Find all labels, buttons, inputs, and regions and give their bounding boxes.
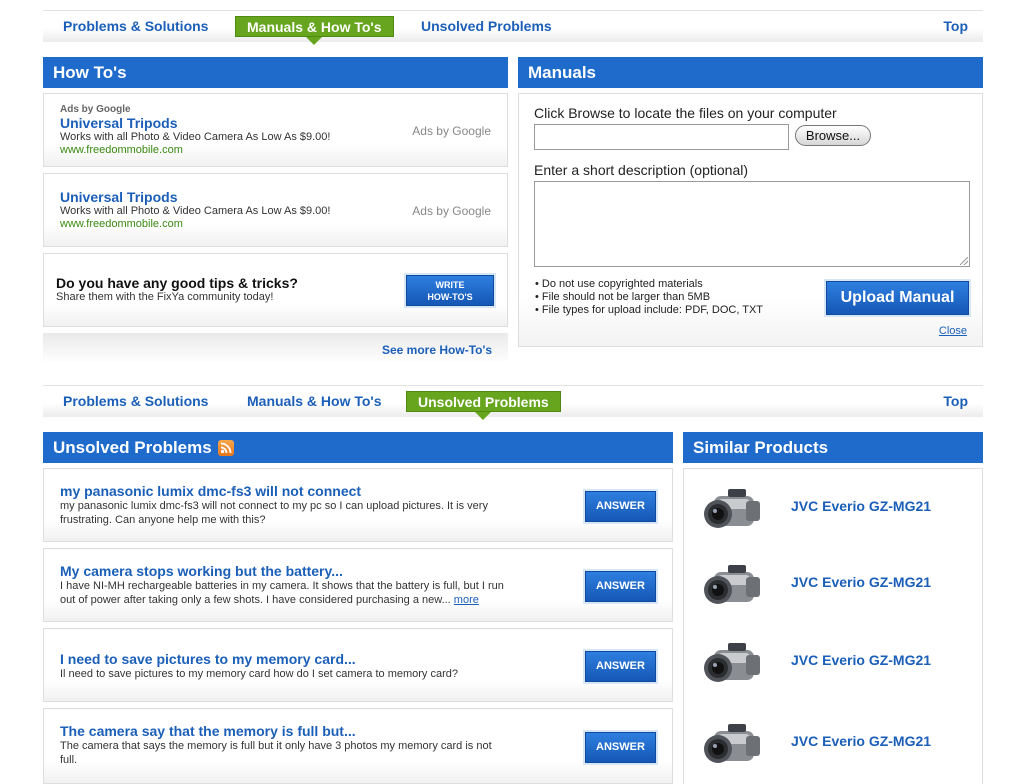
description-label: Enter a short description (optional) bbox=[534, 162, 748, 178]
nav-problems-solutions[interactable]: Problems & Solutions bbox=[63, 16, 208, 37]
answer-button[interactable]: ANSWER bbox=[585, 571, 656, 602]
product-name[interactable]: JVC Everio GZ-MG21 bbox=[791, 498, 931, 514]
answer-button[interactable]: ANSWER bbox=[585, 491, 656, 522]
ad-title[interactable]: Universal Tripods bbox=[60, 115, 177, 131]
ad-block-2: Universal Tripods Works with all Photo &… bbox=[43, 173, 508, 247]
product-row[interactable]: JVC Everio GZ-MG21 bbox=[684, 548, 982, 618]
unsolved-header: Unsolved Problems bbox=[43, 432, 673, 463]
ad-title[interactable]: Universal Tripods bbox=[60, 189, 177, 205]
howtos-header: How To's bbox=[43, 57, 508, 88]
problem-title[interactable]: The camera say that the memory is full b… bbox=[60, 723, 356, 739]
nav-top-link[interactable]: Top bbox=[943, 16, 968, 37]
more-link[interactable]: more bbox=[454, 594, 479, 606]
problem-description-text: my panasonic lumix dmc-fs3 will not conn… bbox=[60, 500, 488, 526]
rule-item: • File types for upload include: PDF, DO… bbox=[535, 304, 764, 316]
nav-top-link[interactable]: Top bbox=[943, 391, 968, 412]
see-more-howtos-link[interactable]: See more How-To's bbox=[382, 343, 492, 357]
ad-tag: Ads by Google bbox=[60, 104, 131, 115]
problem-description: I have NI-MH rechargeable batteries in m… bbox=[60, 579, 510, 607]
write-howtos-label-1: WRITE bbox=[435, 280, 465, 290]
problem-description-text: I have NI-MH rechargeable batteries in m… bbox=[60, 580, 504, 606]
section-nav-bottom: Problems & Solutions Manuals & How To's … bbox=[43, 385, 983, 420]
tips-subtitle: Share them with the FixYa community toda… bbox=[56, 291, 274, 303]
nav-problems-solutions[interactable]: Problems & Solutions bbox=[63, 391, 208, 412]
answer-button[interactable]: ANSWER bbox=[585, 732, 656, 763]
problem-description-text: The camera that says the memory is full … bbox=[60, 740, 492, 766]
unsolved-title: Unsolved Problems bbox=[53, 438, 212, 457]
section-nav-top: Problems & Solutions Manuals & How To's … bbox=[43, 10, 983, 45]
description-textarea[interactable] bbox=[534, 181, 970, 267]
nav-manuals-howtos[interactable]: Manuals & How To's bbox=[247, 391, 382, 412]
write-howtos-button[interactable]: WRITE HOW-TO'S bbox=[406, 275, 494, 306]
product-name[interactable]: JVC Everio GZ-MG21 bbox=[791, 733, 931, 749]
close-link[interactable]: Close bbox=[939, 325, 967, 337]
problem-item: my panasonic lumix dmc-fs3 will not conn… bbox=[43, 468, 673, 542]
answer-button[interactable]: ANSWER bbox=[585, 651, 656, 682]
upload-rules: • Do not use copyrighted materials • Fil… bbox=[535, 278, 763, 317]
product-name[interactable]: JVC Everio GZ-MG21 bbox=[791, 574, 931, 590]
manuals-header: Manuals bbox=[518, 57, 983, 88]
ad-url[interactable]: www.freedommobile.com bbox=[60, 218, 183, 230]
upload-manual-button[interactable]: Upload Manual bbox=[826, 281, 969, 315]
file-path-input[interactable] bbox=[534, 124, 789, 150]
problem-description-text: Il need to save pictures to my memory ca… bbox=[60, 668, 458, 680]
ads-by-google-link[interactable]: Ads by Google bbox=[412, 204, 491, 218]
ad-text: Works with all Photo & Video Camera As L… bbox=[60, 205, 331, 217]
product-row[interactable]: JVC Everio GZ-MG21 bbox=[684, 626, 982, 696]
nav-unsolved-problems[interactable]: Unsolved Problems bbox=[406, 391, 561, 420]
product-name[interactable]: JVC Everio GZ-MG21 bbox=[791, 652, 931, 668]
camcorder-icon[interactable] bbox=[700, 563, 766, 613]
camcorder-icon[interactable] bbox=[700, 722, 766, 772]
product-row[interactable]: JVC Everio GZ-MG21 bbox=[684, 707, 982, 777]
camcorder-icon[interactable] bbox=[700, 641, 766, 691]
tips-block: Do you have any good tips & tricks? Shar… bbox=[43, 253, 508, 327]
problem-description: The camera that says the memory is full … bbox=[60, 739, 510, 767]
rule-item: • File should not be larger than 5MB bbox=[535, 291, 711, 303]
problem-item: My camera stops working but the battery.… bbox=[43, 548, 673, 622]
problem-title[interactable]: I need to save pictures to my memory car… bbox=[60, 651, 356, 667]
nav-manuals-howtos[interactable]: Manuals & How To's bbox=[235, 16, 394, 45]
problem-title[interactable]: my panasonic lumix dmc-fs3 will not conn… bbox=[60, 483, 361, 499]
problem-item: I need to save pictures to my memory car… bbox=[43, 628, 673, 702]
camcorder-icon[interactable] bbox=[700, 487, 766, 537]
similar-products-list: JVC Everio GZ-MG21 JVC Everio GZ-MG21 JV… bbox=[683, 468, 983, 784]
ad-block-1: Ads by Google Universal Tripods Works wi… bbox=[43, 93, 508, 167]
ad-url[interactable]: www.freedommobile.com bbox=[60, 144, 183, 156]
browse-label: Click Browse to locate the files on your… bbox=[534, 105, 837, 121]
problem-item: The camera say that the memory is full b… bbox=[43, 708, 673, 784]
nav-unsolved-problems[interactable]: Unsolved Problems bbox=[421, 16, 552, 37]
write-howtos-label-2: HOW-TO'S bbox=[427, 292, 473, 302]
product-row[interactable]: JVC Everio GZ-MG21 bbox=[684, 472, 982, 542]
ad-text: Works with all Photo & Video Camera As L… bbox=[60, 131, 331, 143]
similar-products-header: Similar Products bbox=[683, 432, 983, 463]
browse-button[interactable]: Browse... bbox=[795, 125, 871, 146]
problem-description: Il need to save pictures to my memory ca… bbox=[60, 667, 510, 681]
problem-title[interactable]: My camera stops working but the battery.… bbox=[60, 563, 343, 579]
howtos-footer: See more How-To's bbox=[43, 333, 508, 363]
manuals-upload-panel: Click Browse to locate the files on your… bbox=[518, 93, 983, 347]
rule-item: • Do not use copyrighted materials bbox=[535, 278, 703, 290]
ads-by-google-link[interactable]: Ads by Google bbox=[412, 124, 491, 138]
tips-title: Do you have any good tips & tricks? bbox=[56, 275, 298, 291]
rss-icon[interactable] bbox=[217, 440, 234, 456]
problem-description: my panasonic lumix dmc-fs3 will not conn… bbox=[60, 499, 510, 527]
